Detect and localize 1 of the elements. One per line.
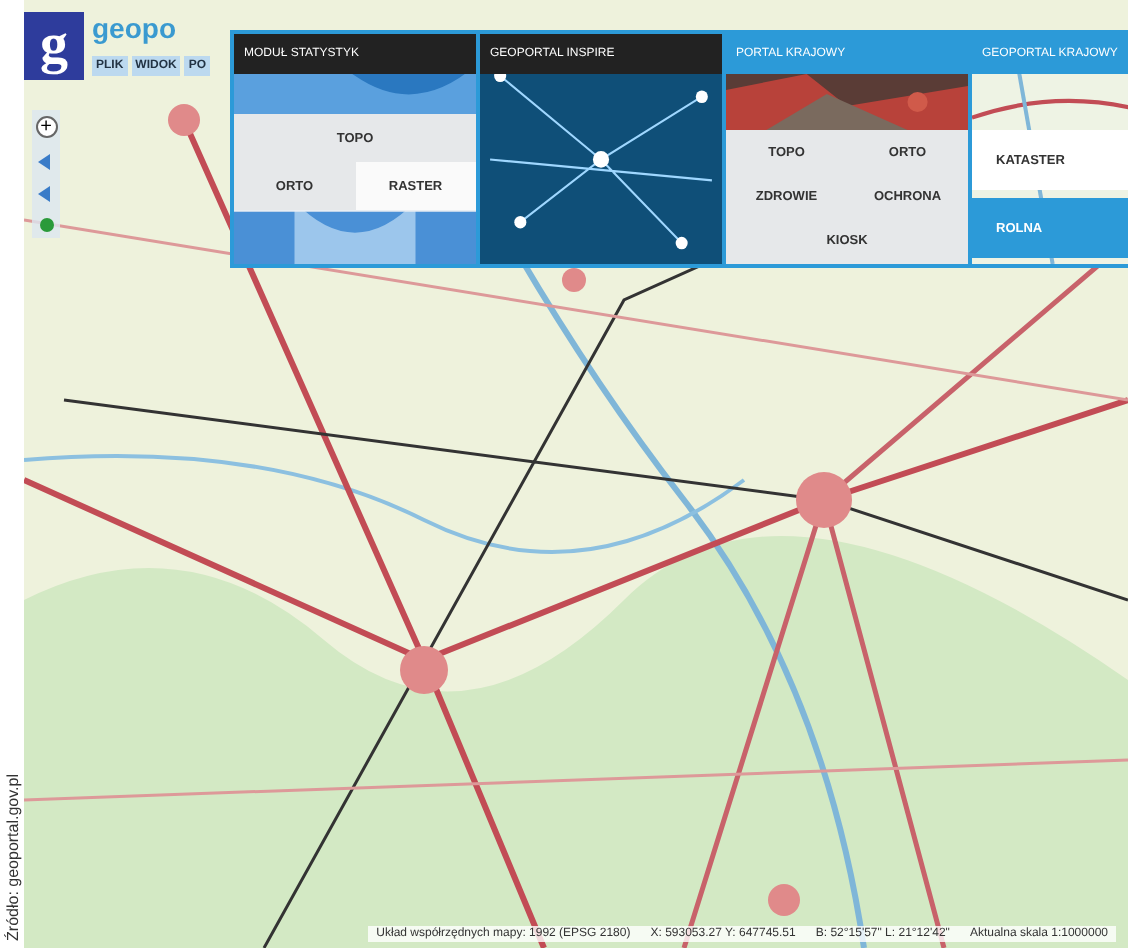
source-caption: Źródło: geoportal.gov.pl	[3, 773, 21, 940]
